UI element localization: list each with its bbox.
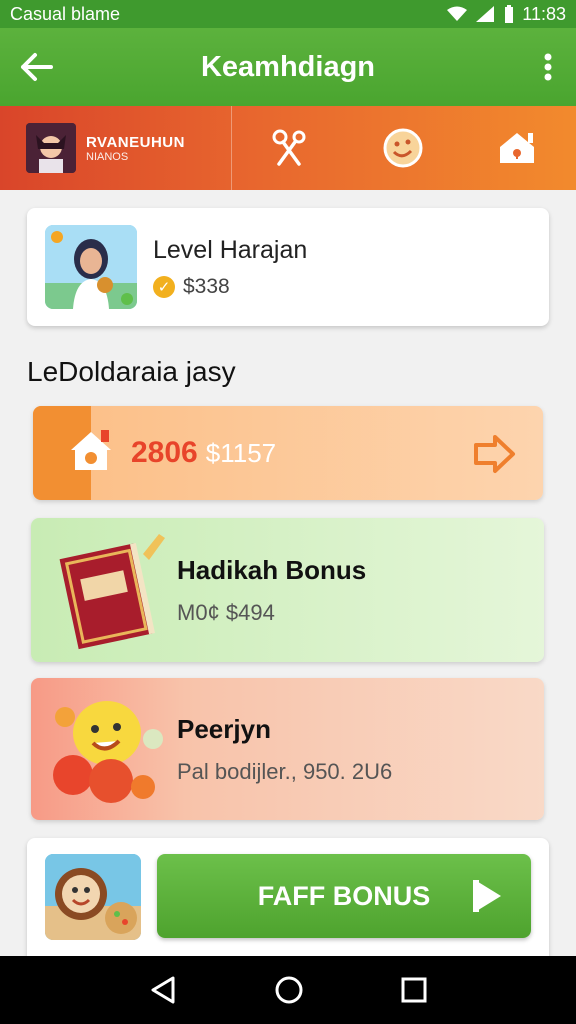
profile-name: Level Harajan	[153, 235, 308, 264]
bonus-card-peerjyn[interactable]: Peerjyn Pal bodijler., 950. 2U6	[31, 678, 544, 820]
brand-title: RVANEUHUN	[86, 133, 185, 151]
back-arrow-icon	[21, 53, 53, 81]
game-thumbnail	[45, 854, 141, 940]
profile-avatar	[45, 225, 137, 309]
nav-back-icon[interactable]	[149, 975, 177, 1005]
battery-icon	[505, 5, 514, 23]
app-bar: Keamhdiagn	[0, 28, 576, 106]
fruit-thumbnail	[47, 689, 177, 809]
profile-balance: $338	[183, 274, 230, 298]
status-time: 11:83	[522, 3, 566, 24]
claim-bonus-label: FAFF BONUS	[257, 880, 431, 911]
back-button[interactable]	[0, 28, 72, 106]
book-thumbnail	[47, 530, 177, 650]
app-title: Keamhdiagn	[200, 50, 376, 83]
profile-card[interactable]: Level Harajan ✓ $338	[27, 208, 549, 326]
nav-recents-icon[interactable]	[401, 977, 427, 1003]
section-heading: LeDoldaraia jasy	[27, 356, 236, 387]
signal-icon	[476, 6, 495, 22]
status-bar: Casual blame 11:83	[0, 0, 576, 28]
verified-check-icon: ✓	[153, 275, 175, 298]
category-tab-games[interactable]	[346, 106, 460, 190]
category-brand-tab[interactable]: RVANEUHUN NIANOS	[0, 106, 232, 190]
category-tab-home[interactable]	[460, 106, 574, 190]
points-subvalue: $1157	[205, 437, 277, 468]
status-bar-title: Casual blame	[10, 3, 121, 24]
more-vert-icon	[544, 53, 552, 81]
points-value: 2806	[131, 436, 198, 469]
wifi-icon	[447, 6, 468, 21]
arrow-right-icon	[474, 435, 515, 473]
bonus-card-subtitle: Pal bodijler., 950. 2U6	[177, 758, 393, 784]
house-icon	[71, 430, 111, 470]
house-icon	[500, 133, 534, 163]
bonus-claim-card: FAFF BONUS	[27, 838, 549, 958]
bonus-card-subtitle: M0¢ $494	[177, 599, 275, 625]
bonus-card-hadikah[interactable]: Hadikah Bonus M0¢ $494	[31, 518, 544, 662]
category-tab-tools[interactable]	[232, 106, 346, 190]
system-nav-bar	[0, 956, 576, 1024]
status-icons: 11:83	[446, 4, 566, 25]
nav-home-icon[interactable]	[274, 975, 304, 1005]
more-options-button[interactable]	[520, 28, 576, 106]
play-icon	[473, 880, 501, 912]
bonus-card-title: Peerjyn	[177, 713, 271, 744]
points-banner[interactable]: 2806 $1157	[33, 406, 543, 500]
scissors-icon	[272, 129, 306, 166]
category-strip: RVANEUHUN NIANOS	[0, 106, 576, 190]
claim-bonus-button[interactable]: FAFF BONUS	[157, 854, 531, 938]
brand-subtitle: NIANOS	[86, 150, 129, 163]
smiley-icon	[383, 128, 423, 168]
bonus-card-title: Hadikah Bonus	[177, 554, 367, 585]
brand-avatar	[26, 123, 76, 173]
